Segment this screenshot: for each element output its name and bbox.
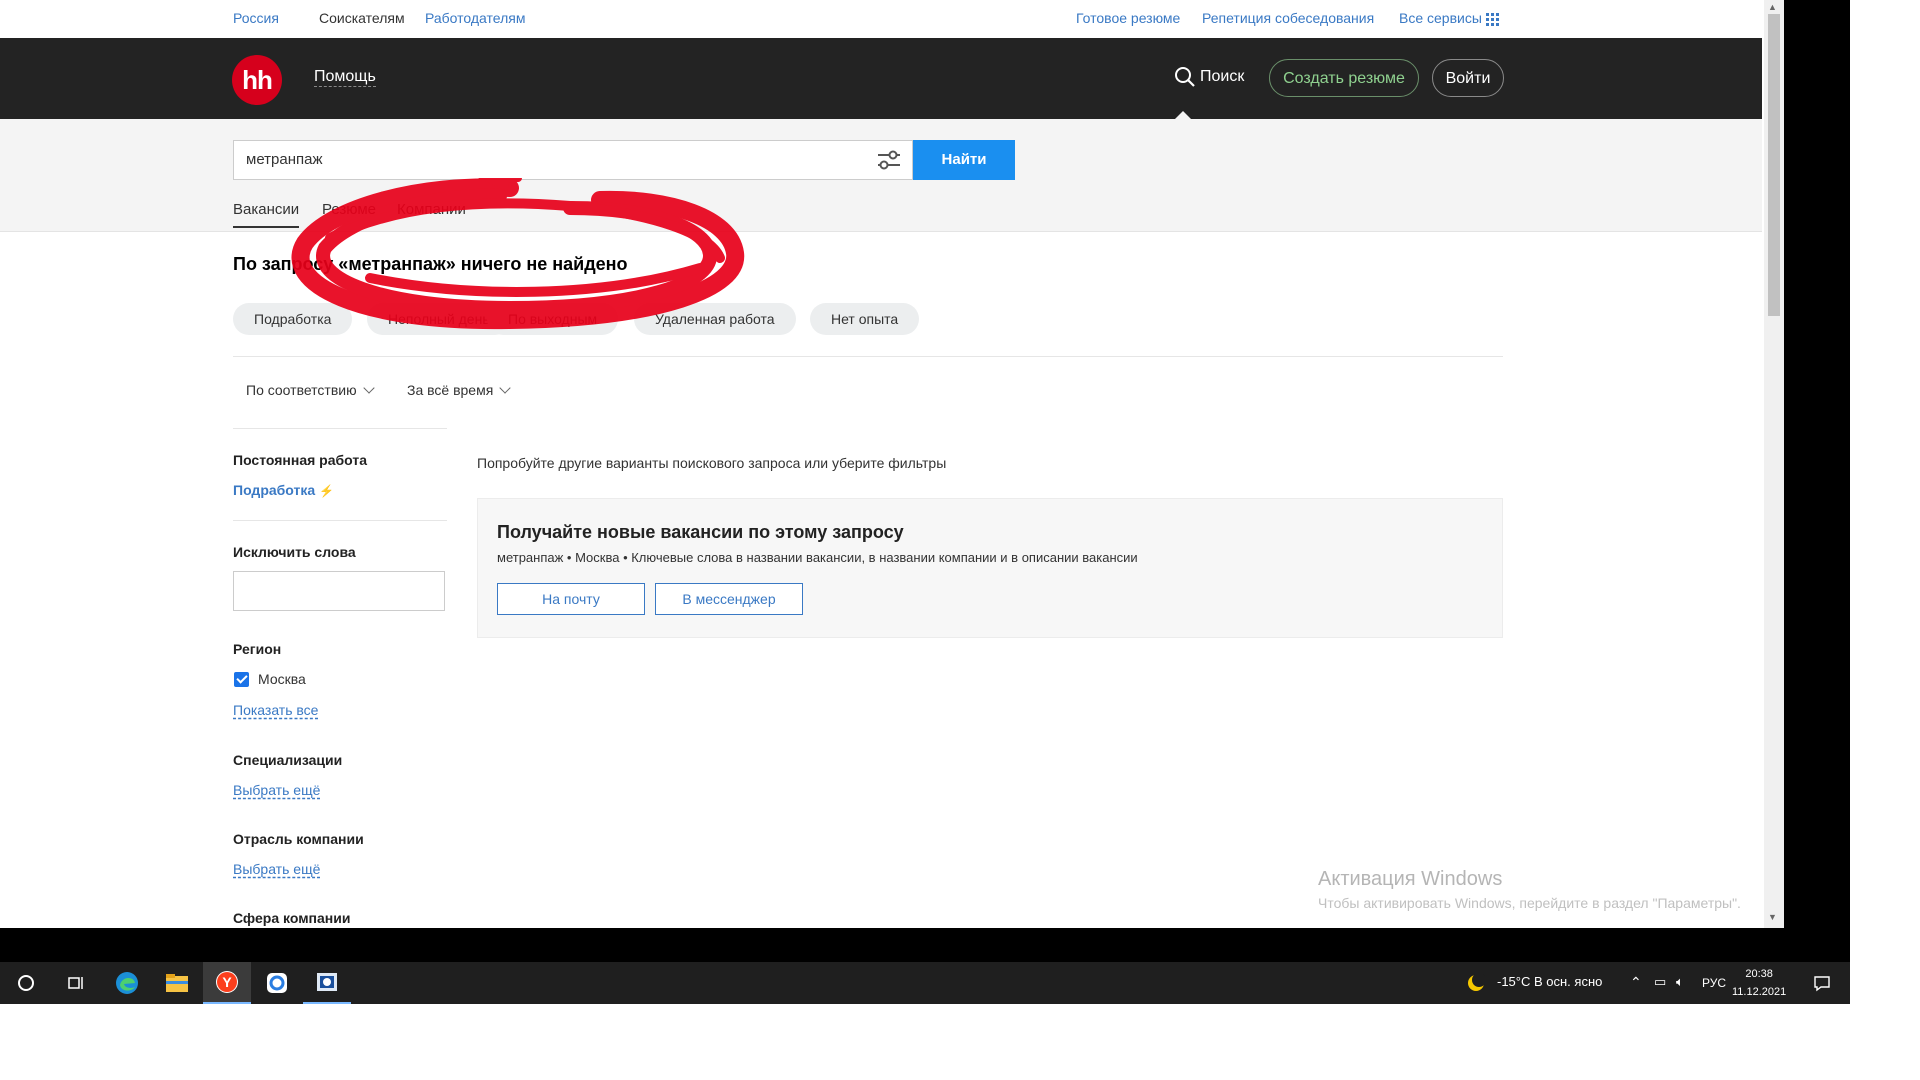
search-nav-button[interactable]: Поиск [1200, 68, 1244, 86]
sphere-header: Сфера компании [233, 910, 351, 926]
edge-icon[interactable] [103, 962, 151, 1004]
help-link[interactable]: Помощь [314, 68, 376, 87]
ready-resume-link[interactable]: Готовое резюме [1076, 10, 1180, 26]
sort-dropdown[interactable]: По соответствию [246, 382, 375, 398]
email-subscribe-button[interactable]: На почту [497, 583, 645, 615]
checkbox-checked-icon[interactable] [234, 672, 249, 687]
search-input[interactable]: метранпаж [233, 140, 913, 180]
specializations-header: Специализации [233, 752, 343, 768]
screen-border [1784, 0, 1850, 1004]
region-header: Регион [233, 641, 282, 657]
seekers-link[interactable]: Соискателям [319, 10, 405, 26]
exclude-words-input[interactable] [233, 571, 445, 611]
chip-no-experience[interactable]: Нет опыта [810, 303, 920, 335]
hh-logo[interactable]: hh [232, 55, 282, 105]
region-moscow-label[interactable]: Москва [258, 671, 306, 687]
employment-header: Постоянная работа [233, 452, 368, 468]
interview-rehearsal-link[interactable]: Репетиция собеседования [1202, 10, 1374, 26]
clock-time: 20:38 [1745, 968, 1773, 980]
chevron-down-icon [362, 382, 375, 394]
all-services-link[interactable]: Все сервисы [1399, 10, 1499, 26]
chevron-down-icon [499, 382, 511, 394]
volume-icon[interactable]: 🔈︎ [1676, 974, 1684, 990]
subscription-description: метранпаж • Москва • Ключевые слова в на… [497, 550, 1138, 565]
industry-more-link[interactable]: Выбрать ещё [233, 861, 320, 877]
period-dropdown[interactable]: За всё время [407, 382, 511, 398]
subscription-card [477, 498, 1503, 638]
parttime-link[interactable]: Подработка ⚡ [233, 482, 334, 498]
red-annotation-scribble [291, 178, 745, 330]
find-button[interactable]: Найти [913, 140, 1015, 180]
divider [233, 520, 447, 521]
activation-watermark-title: Активация Windows [1318, 868, 1503, 890]
explorer-icon[interactable] [153, 962, 201, 1004]
browser-app-icon[interactable] [253, 962, 301, 1004]
region-link[interactable]: Россия [233, 10, 279, 26]
messenger-subscribe-button[interactable]: В мессенджер [655, 583, 803, 615]
top-nav: Россия Соискателям Работодателям Готовое… [0, 0, 1762, 38]
yandex-icon[interactable]: Y [203, 962, 251, 1004]
sort-label: По соответствию [246, 382, 357, 398]
divider [233, 428, 447, 429]
screen-strip [0, 928, 1850, 962]
notification-icon[interactable] [1813, 974, 1831, 997]
weather-text[interactable]: -15°C В осн. ясно [1497, 974, 1602, 989]
specializations-more-link[interactable]: Выбрать ещё [233, 782, 320, 798]
region-show-all-link[interactable]: Показать все [233, 702, 318, 718]
clock[interactable]: 20:38 11.12.2021 [1732, 965, 1786, 1001]
scroll-up-icon[interactable]: ▲ [1768, 2, 1777, 12]
activation-watermark-subtitle: Чтобы активировать Windows, перейдите в … [1318, 895, 1741, 911]
task-view-icon[interactable] [52, 962, 100, 1004]
svg-text:Y: Y [222, 974, 232, 990]
login-button[interactable]: Войти [1432, 59, 1504, 97]
search-hint: Попробуйте другие варианты поискового за… [477, 455, 947, 471]
grid-icon [1485, 12, 1499, 26]
app-icon[interactable] [303, 962, 351, 1004]
divider [233, 356, 1503, 357]
language-indicator[interactable]: РУС [1702, 976, 1726, 990]
clock-date: 11.12.2021 [1732, 986, 1787, 998]
parttime-label: Подработка [233, 482, 316, 498]
start-icon[interactable] [2, 962, 50, 1004]
page-margin-bottom [0, 1004, 1920, 1080]
nav-caret [1175, 111, 1191, 119]
period-label: За всё время [407, 382, 494, 398]
chevron-up-icon[interactable]: ⌃ [1630, 974, 1642, 991]
weather-icon[interactable] [1467, 973, 1486, 992]
industry-header: Отрасль компании [233, 831, 364, 847]
subscription-title: Получайте новые вакансии по этому запрос… [497, 522, 904, 542]
create-resume-button[interactable]: Создать резюме [1269, 59, 1419, 97]
device-icon[interactable]: ▭ [1654, 974, 1666, 990]
all-services-label: Все сервисы [1399, 10, 1482, 26]
search-icon[interactable] [1174, 66, 1196, 88]
lightning-icon: ⚡ [319, 484, 334, 498]
exclude-header: Исключить слова [233, 544, 356, 560]
scrollbar-thumb[interactable] [1768, 14, 1780, 316]
scroll-down-icon[interactable]: ▼ [1768, 912, 1777, 922]
filters-icon[interactable] [876, 148, 902, 172]
page-margin-right [1850, 0, 1920, 1080]
employers-link[interactable]: Работодателям [425, 10, 526, 26]
